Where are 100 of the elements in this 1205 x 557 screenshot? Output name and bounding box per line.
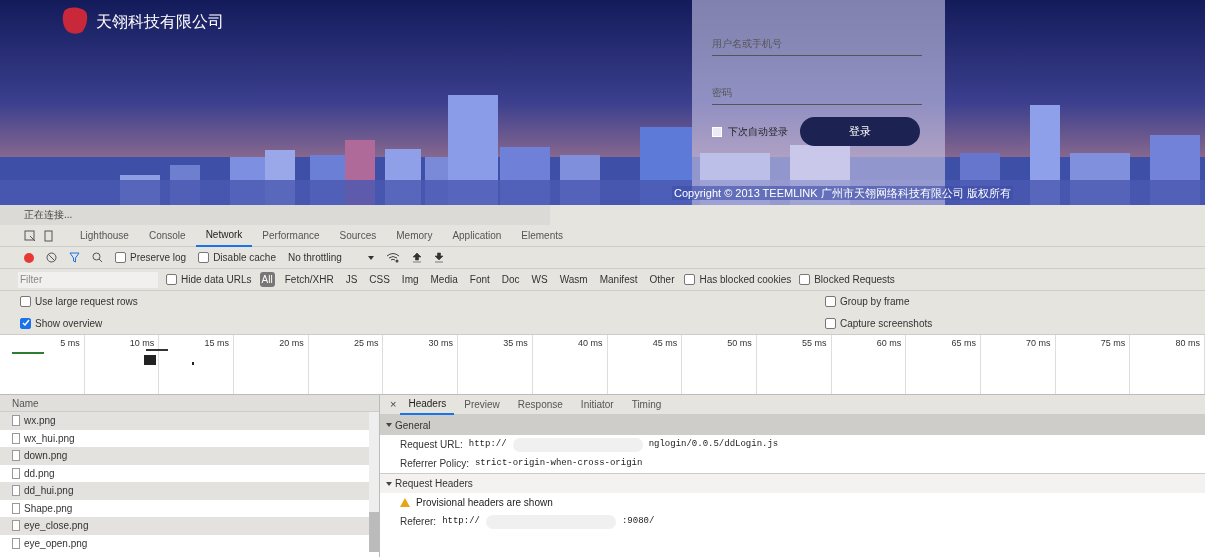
resource-type-filter[interactable]: Media	[428, 272, 460, 287]
search-icon[interactable]	[92, 252, 103, 263]
resource-type-filter[interactable]: JS	[343, 272, 360, 287]
header-value: :9080/	[621, 514, 655, 528]
checkbox[interactable]	[825, 296, 836, 308]
checkbox[interactable]	[20, 296, 31, 308]
devtools-tab[interactable]: Performance	[252, 224, 330, 247]
header-value: http://	[442, 514, 480, 528]
details-tab[interactable]: Preview	[456, 394, 508, 415]
download-icon[interactable]	[433, 252, 444, 263]
request-name: eye_close.png	[24, 519, 89, 534]
devtools-tab[interactable]: Memory	[386, 224, 443, 247]
header-name: Request URL:	[400, 438, 463, 452]
warning-icon	[400, 498, 410, 507]
checkbox-label: Has blocked cookies	[699, 273, 792, 287]
checkbox-label: Blocked Requests	[814, 273, 895, 287]
timeline-tick-label: 15 ms	[204, 337, 230, 350]
company-name: 天翎科技有限公司	[96, 12, 224, 32]
checkbox[interactable]	[115, 252, 126, 263]
resource-type-filter[interactable]: All	[259, 272, 275, 287]
details-tab[interactable]: Initiator	[572, 394, 622, 415]
details-tab[interactable]: Response	[509, 394, 571, 415]
timeline-tick-label: 20 ms	[279, 337, 304, 350]
resource-type-filter[interactable]: Manifest	[597, 272, 640, 287]
request-name: dd.png	[24, 466, 55, 481]
request-name: dd_hui.png	[24, 484, 74, 499]
timeline-tick-label: 55 ms	[802, 337, 827, 350]
request-name: wx_hui.png	[24, 431, 75, 446]
request-row[interactable]: eye_close.png	[0, 517, 369, 535]
password-field[interactable]: 密码	[712, 81, 922, 105]
disclosure-icon	[386, 423, 392, 427]
upload-icon[interactable]	[411, 252, 422, 263]
throttling-dropdown[interactable]: No throttling	[287, 250, 374, 265]
details-tab[interactable]: Timing	[623, 394, 670, 415]
checkbox[interactable]	[198, 252, 210, 263]
devtools-tab[interactable]: Console	[138, 224, 196, 247]
file-icon	[12, 467, 20, 479]
remember-label: 下次自动登录	[728, 125, 788, 139]
checkbox[interactable]	[799, 274, 811, 285]
request-row[interactable]: wx.png	[0, 412, 369, 430]
resource-type-filter[interactable]: Doc	[499, 272, 522, 287]
timeline-tick-label: 40 ms	[578, 337, 603, 350]
header-name: Referrer Policy:	[400, 457, 469, 471]
filter-field[interactable]: Filter	[18, 271, 158, 288]
devtools-tab[interactable]: Application	[442, 224, 512, 247]
resource-type-filter[interactable]: Fetch/XHR	[282, 272, 336, 287]
file-icon	[12, 502, 20, 514]
resource-type-filter[interactable]: WS	[529, 272, 550, 287]
logo-icon	[62, 6, 88, 34]
request-name: eye_open.png	[24, 536, 88, 551]
section-header[interactable]: General	[380, 415, 1205, 435]
devtools-tab[interactable]: Elements	[511, 224, 573, 247]
login-button[interactable]: 登录	[800, 117, 920, 146]
record-icon[interactable]	[24, 252, 34, 263]
column-header: Name	[0, 395, 379, 412]
request-name: down.png	[24, 449, 68, 464]
resource-type-filter[interactable]: Other	[647, 272, 677, 287]
clear-icon[interactable]	[46, 252, 57, 263]
resource-type-filter[interactable]: Font	[467, 272, 492, 287]
wifi-settings-icon[interactable]	[385, 252, 400, 263]
copyright-text: Copyright © 2013 TEEMLINK 广州市天翎网络科技有限公司 版权所有	[672, 186, 1013, 200]
timeline-tick-label: 30 ms	[428, 337, 454, 350]
header-value: strict-origin-when-cross-origin	[474, 456, 643, 470]
request-row[interactable]: dd_hui.png	[0, 482, 369, 500]
timeline-overview[interactable]: 5 ms 10 ms 15 ms 20 ms 25 ms 30 ms 35 ms 40 ms 45 ms 50 ms 55 ms 60 ms 65 ms 70 ms 75 ms 80 ms	[0, 335, 1205, 395]
disclosure-icon	[386, 481, 392, 486]
warning-text: Provisional headers are shown	[416, 496, 553, 510]
checkbox-label: Group by frame	[840, 295, 910, 310]
header-name: Referer:	[400, 515, 437, 529]
scrollbar[interactable]	[369, 412, 379, 552]
resource-type-filter[interactable]: Img	[399, 272, 421, 287]
request-row[interactable]: down.png	[0, 447, 369, 465]
filter-icon[interactable]	[69, 252, 80, 263]
devtools-tab[interactable]: Sources	[329, 224, 387, 247]
devtools-tab[interactable]: Network	[195, 224, 253, 247]
file-icon	[12, 415, 20, 427]
timeline-tick-label: 50 ms	[727, 337, 752, 350]
header-value: http://	[468, 437, 507, 451]
resource-type-filter[interactable]: CSS	[367, 272, 392, 287]
timeline-tick-label: 5 ms	[60, 337, 80, 350]
inspect-icon[interactable]	[24, 229, 36, 242]
checkbox[interactable]	[825, 317, 836, 329]
checkbox[interactable]	[20, 317, 31, 329]
file-icon	[12, 537, 20, 549]
checkbox[interactable]	[684, 274, 696, 285]
resource-type-filter[interactable]: Wasm	[557, 272, 590, 287]
request-name: wx.png	[24, 414, 56, 429]
file-icon	[12, 520, 20, 532]
checkbox-label: Preserve log	[130, 251, 187, 265]
close-button[interactable]: ×	[388, 396, 399, 413]
timeline-tick-label: 80 ms	[1175, 337, 1200, 350]
timeline-tick-label: 10 ms	[129, 337, 155, 350]
device-toolbar-icon[interactable]	[42, 229, 54, 242]
caret-icon	[367, 255, 374, 260]
username-field[interactable]: 用户名或手机号	[712, 32, 922, 56]
checkbox[interactable]	[166, 274, 177, 285]
request-name: Shape.png	[24, 501, 73, 516]
checkbox-label: Use large request rows	[35, 295, 138, 310]
devtools-tab[interactable]: Lighthouse	[70, 224, 139, 247]
section-header[interactable]: Request Headers	[380, 473, 1205, 493]
